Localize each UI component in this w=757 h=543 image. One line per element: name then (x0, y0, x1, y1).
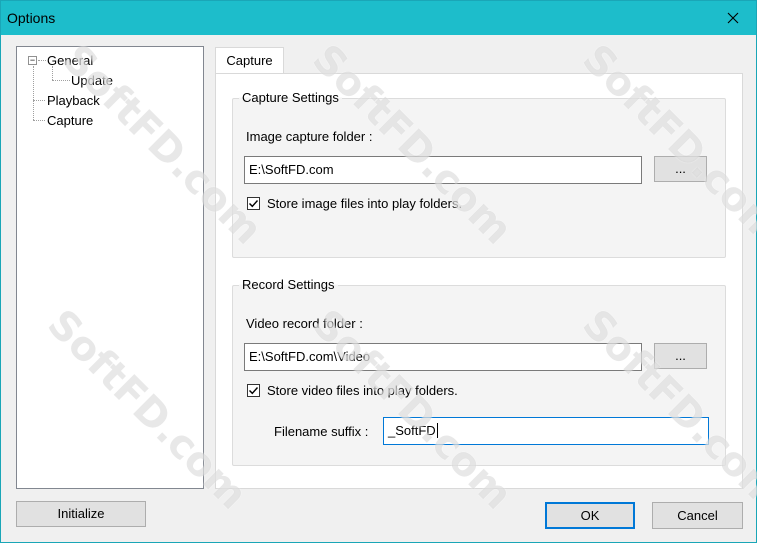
title-bar[interactable]: Options (1, 1, 756, 35)
tree-connector (33, 100, 45, 101)
options-tree[interactable]: − General Update Playback Capture (16, 46, 204, 489)
store-image-checkbox[interactable] (247, 197, 260, 210)
video-folder-label: Video record folder : (246, 316, 363, 331)
tree-connector (52, 66, 53, 80)
tree-item-capture[interactable]: Capture (47, 113, 93, 128)
collapse-icon[interactable]: − (28, 56, 37, 65)
image-folder-browse-button[interactable]: ... (654, 156, 707, 182)
image-folder-input[interactable]: E:\SoftFD.com (244, 156, 642, 184)
capture-tab-panel: Capture Settings Image capture folder : … (215, 73, 743, 489)
checkmark-icon (249, 200, 259, 208)
tree-connector (33, 66, 34, 120)
store-video-label[interactable]: Store video files into play folders. (267, 383, 458, 398)
tree-connector (38, 60, 46, 61)
options-dialog: Options − General Update Playback Captur… (0, 0, 757, 543)
image-folder-label: Image capture folder : (246, 129, 373, 144)
checkmark-icon (249, 387, 259, 395)
tree-item-update[interactable]: Update (71, 73, 113, 88)
store-image-label[interactable]: Store image files into play folders. (267, 196, 462, 211)
ok-button[interactable]: OK (545, 502, 635, 529)
close-icon (727, 12, 739, 24)
capture-settings-group: Capture Settings Image capture folder : … (232, 90, 726, 258)
text-caret (436, 423, 438, 438)
tab-capture[interactable]: Capture (215, 47, 284, 74)
store-video-checkbox[interactable] (247, 384, 260, 397)
capture-settings-title: Capture Settings (239, 90, 342, 105)
filename-suffix-value: _SoftFD (388, 423, 436, 438)
tree-connector (52, 80, 70, 81)
filename-suffix-input[interactable]: _SoftFD (383, 417, 709, 445)
tree-item-playback[interactable]: Playback (47, 93, 100, 108)
tree-connector (33, 120, 45, 121)
filename-suffix-label: Filename suffix : (274, 424, 369, 439)
initialize-button[interactable]: Initialize (16, 501, 146, 527)
tree-item-general[interactable]: General (47, 53, 93, 68)
record-settings-group: Record Settings Video record folder : E:… (232, 277, 726, 466)
video-folder-browse-button[interactable]: ... (654, 343, 707, 369)
video-folder-input[interactable]: E:\SoftFD.com\Video (244, 343, 642, 371)
window-title: Options (7, 10, 56, 26)
cancel-button[interactable]: Cancel (652, 502, 743, 529)
record-settings-title: Record Settings (239, 277, 338, 292)
close-button[interactable] (710, 1, 756, 35)
